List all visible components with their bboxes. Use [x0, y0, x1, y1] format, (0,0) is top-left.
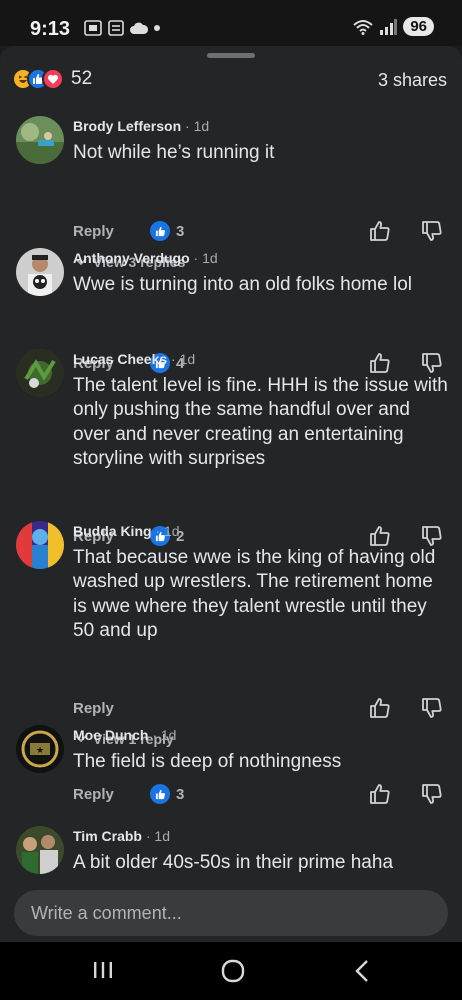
thumbs-up-icon[interactable]: [369, 783, 391, 805]
comment-author[interactable]: Anthony Verdugo: [73, 250, 190, 266]
comment-input[interactable]: Write a comment...: [14, 890, 448, 936]
notification-icons: [84, 20, 160, 36]
comment-actions: Reply 3: [73, 783, 453, 807]
thumbs-down-icon[interactable]: [421, 697, 443, 719]
thumbs-up-icon[interactable]: [369, 697, 391, 719]
avatar[interactable]: [16, 521, 64, 569]
thumbs-down-icon[interactable]: [421, 783, 443, 805]
comments-sheet: 52 3 shares Brody Lefferson · 1d Not whi…: [0, 46, 462, 942]
signal-icon: [380, 18, 398, 35]
comment-actions: Reply: [73, 697, 453, 721]
svg-text:★: ★: [36, 745, 44, 755]
comment-author[interactable]: Lucas Cheeks: [73, 351, 167, 367]
comment-time: · 1d: [167, 351, 196, 367]
comment-author[interactable]: Moe Dunch: [73, 727, 148, 743]
system-icons: 96: [353, 17, 434, 36]
like-count: 3: [176, 785, 185, 803]
screenshot-icon: [84, 20, 102, 36]
avatar[interactable]: [16, 116, 64, 164]
comment-input-placeholder: Write a comment...: [31, 903, 182, 923]
battery-indicator: 96: [403, 17, 434, 36]
gallery-icon: [108, 20, 124, 36]
comment-time: · 1d: [181, 118, 210, 134]
like-reaction-icon: [150, 784, 170, 804]
sheet-grab-handle[interactable]: [207, 53, 255, 58]
cloud-icon: [130, 22, 148, 34]
wifi-icon: [353, 19, 373, 35]
thumbs-up-icon[interactable]: [369, 525, 391, 547]
thumbs-up-icon[interactable]: [369, 220, 391, 242]
reaction-count: 52: [71, 68, 93, 89]
comment-text: Wwe is turning into an old folks home lo…: [73, 274, 412, 295]
comment-text: The field is deep of nothingness: [73, 751, 342, 772]
comment-actions: Reply 3: [73, 220, 453, 244]
status-time: 9:13: [30, 18, 71, 40]
comment-time: · 1d: [189, 250, 218, 266]
back-icon[interactable]: [352, 958, 372, 984]
recents-icon[interactable]: [92, 958, 114, 982]
comment-author[interactable]: Tim Crabb: [73, 828, 142, 844]
thumbs-down-icon[interactable]: [421, 352, 443, 374]
system-nav-bar: [0, 942, 462, 1000]
comment-text: The talent level is fine. HHH is the iss…: [73, 375, 448, 469]
reply-button[interactable]: Reply: [73, 786, 114, 803]
dot-icon: [154, 25, 160, 31]
avatar[interactable]: ★: [16, 725, 64, 773]
home-icon[interactable]: [220, 958, 246, 984]
thumbs-up-icon[interactable]: [369, 352, 391, 374]
comment-time: · 1d: [141, 828, 170, 844]
like-count-badge[interactable]: 3: [150, 221, 184, 241]
thumbs-down-icon[interactable]: [421, 220, 443, 242]
avatar[interactable]: [16, 248, 64, 296]
comment-text: That because wwe is the king of having o…: [73, 547, 436, 641]
like-count: 3: [176, 222, 185, 240]
avatar[interactable]: [16, 349, 64, 397]
status-bar: 9:13 96: [0, 0, 462, 46]
reply-button[interactable]: Reply: [73, 700, 114, 717]
avatar[interactable]: [16, 826, 64, 874]
reply-button[interactable]: Reply: [73, 223, 114, 240]
comment-author[interactable]: Budda King: [73, 523, 152, 539]
comment-text: A bit older 40s-50s in their prime haha: [73, 852, 394, 873]
like-reaction-icon: [150, 221, 170, 241]
thumbs-down-icon[interactable]: [421, 525, 443, 547]
reactions-summary[interactable]: 52: [12, 68, 92, 90]
love-reaction-icon: [42, 68, 64, 90]
like-count-badge[interactable]: 3: [150, 784, 184, 804]
share-count[interactable]: 3 shares: [378, 70, 447, 91]
comment-time: · 1d: [148, 727, 177, 743]
comment-time: · 1d: [151, 523, 180, 539]
comment-text: Not while he’s running it: [73, 142, 275, 163]
comment-author[interactable]: Brody Lefferson: [73, 118, 181, 134]
